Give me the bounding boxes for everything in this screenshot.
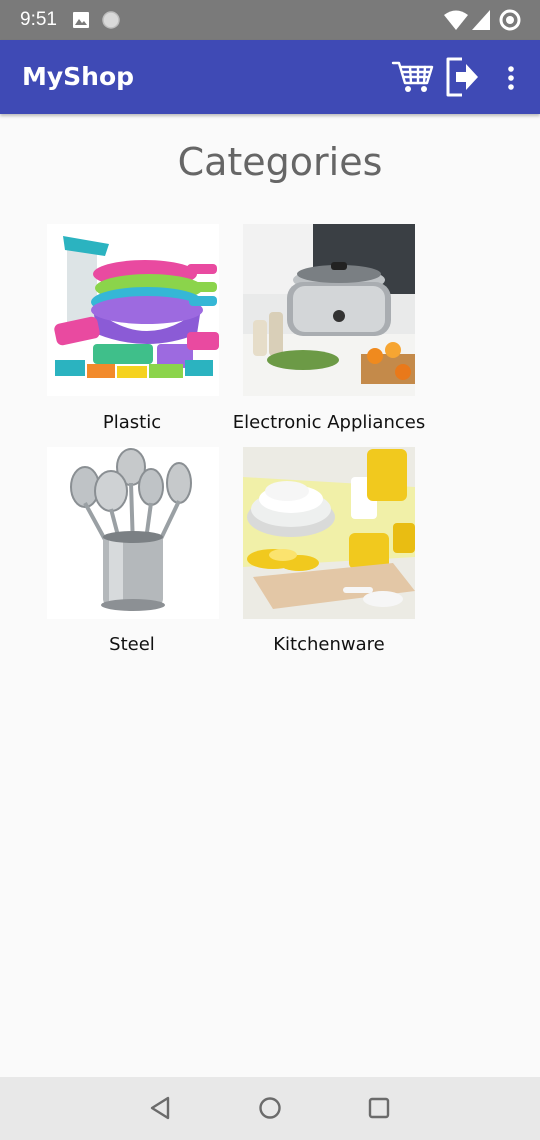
app-title: MyShop [22,62,135,91]
app-bar: MyShop [0,40,540,114]
cart-icon[interactable] [391,57,435,95]
category-tile-steel[interactable]: Steel [32,447,232,662]
slow-cooker-image [243,224,415,396]
kitchenware-bowls-image [243,447,415,619]
signal-icon [472,10,490,30]
category-label-steel: Steel [109,634,155,655]
home-icon[interactable] [257,1095,283,1121]
wifi-icon [444,10,468,30]
category-label-electronic-appliances: Electronic Appliances [232,412,426,433]
logout-icon[interactable] [444,55,482,99]
category-tile-electronic-appliances[interactable]: Electronic Appliances [229,224,429,439]
circle-icon [102,11,120,29]
page-title: Categories [177,140,383,184]
more-vert-icon[interactable] [500,64,522,92]
back-icon[interactable] [148,1095,174,1121]
category-tile-kitchenware[interactable]: Kitchenware [229,447,429,662]
status-bar: 9:51 [0,0,540,40]
status-time: 9:51 [20,9,57,30]
plastic-products-image [47,224,219,396]
sync-icon [499,9,521,31]
system-nav-bar [0,1077,540,1140]
image-icon [73,12,89,28]
category-tile-plastic[interactable]: Plastic [32,224,232,439]
category-label-kitchenware: Kitchenware [273,634,385,655]
category-label-plastic: Plastic [102,412,162,433]
steel-utensils-image [47,447,219,619]
recents-icon[interactable] [366,1095,392,1121]
